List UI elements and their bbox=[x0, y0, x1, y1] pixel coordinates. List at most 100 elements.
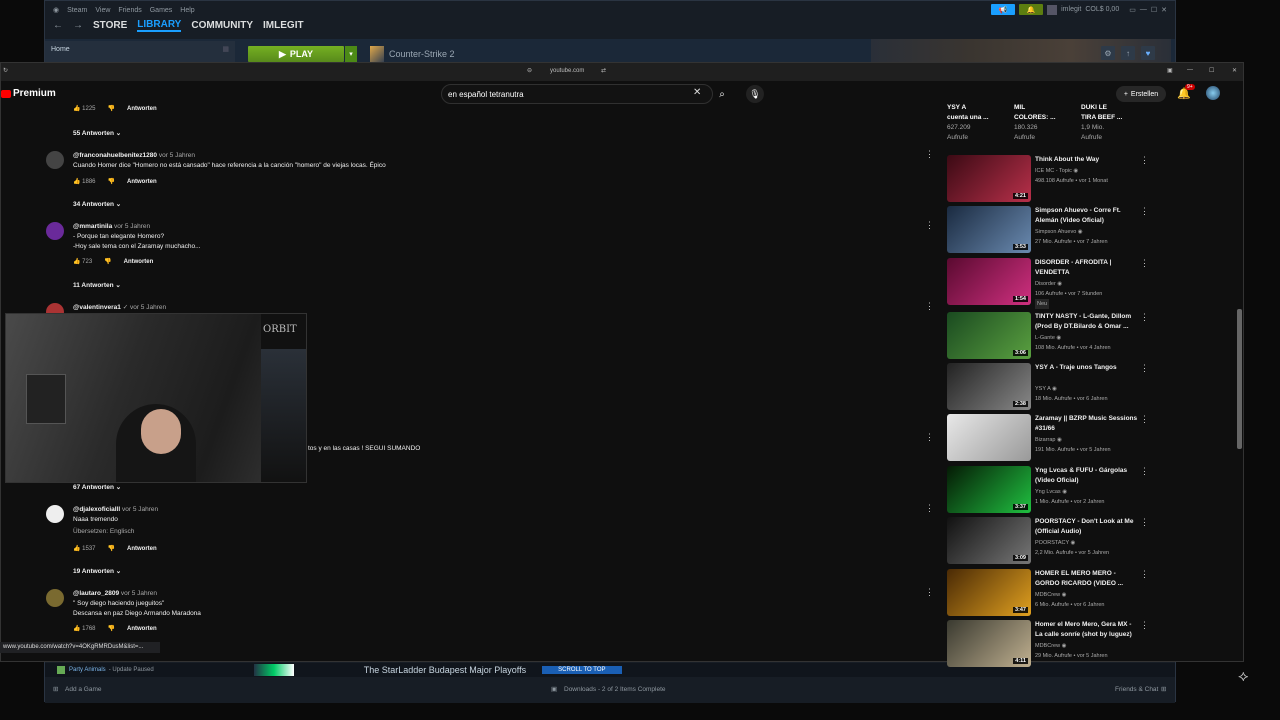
video-channel[interactable]: L-Gante ◉ bbox=[1035, 333, 1061, 343]
video-title[interactable]: Yng Lvcas & FUFU - Gárgolas (Video Ofici… bbox=[1035, 466, 1140, 486]
related-video[interactable]: 3:53 Simpson Ahuevo - Corre Ft. Alemán (V… bbox=[947, 206, 1157, 254]
replies-toggle[interactable]: 55 Antworten ⌄ bbox=[73, 129, 121, 137]
menu-friends[interactable]: Friends bbox=[118, 7, 141, 14]
play-dropdown[interactable]: ▾ bbox=[345, 46, 357, 62]
nav-community[interactable]: COMMUNITY bbox=[191, 20, 253, 31]
dislike-icon[interactable]: 👎 bbox=[104, 258, 111, 265]
steam-avatar[interactable] bbox=[1047, 4, 1058, 15]
related-video[interactable]: 4:11 Homer el Mero Mero, Gera MX - La cal… bbox=[947, 620, 1157, 668]
video-thumbnail[interactable]: 3:53 bbox=[947, 206, 1031, 253]
youtube-logo[interactable]: Premium bbox=[1, 88, 56, 99]
related-video[interactable]: 2:38 YSY A - Traje unos Tangos YSY A ◉ 18 M… bbox=[947, 363, 1157, 411]
video-channel[interactable]: Disorder ◉ bbox=[1035, 279, 1062, 289]
dislike-icon[interactable]: 👎 bbox=[108, 105, 115, 112]
downloads-status[interactable]: Downloads - 2 of 2 Items Complete bbox=[564, 686, 666, 693]
window-display-icon[interactable]: ▭ bbox=[1129, 6, 1136, 14]
menu-help[interactable]: Help bbox=[180, 7, 194, 14]
window-minimize-icon[interactable]: — bbox=[1140, 6, 1147, 13]
replies-toggle[interactable]: 67 Antworten ⌄ bbox=[73, 483, 121, 491]
more-icon[interactable]: ⋮ bbox=[1140, 155, 1149, 166]
browser-close-icon[interactable]: ✕ bbox=[1232, 67, 1237, 74]
video-channel[interactable]: ICE MC - Topic ◉ bbox=[1035, 166, 1078, 176]
avatar[interactable] bbox=[46, 222, 64, 240]
replies-toggle[interactable]: 34 Antworten ⌄ bbox=[73, 200, 121, 208]
more-icon[interactable]: ⋮ bbox=[1140, 569, 1149, 580]
video-channel[interactable]: MDBCrew ◉ bbox=[1035, 641, 1066, 651]
nav-store[interactable]: STORE bbox=[93, 20, 127, 31]
video-title[interactable]: Zaramay || BZRP Music Sessions #31/66 bbox=[1035, 414, 1140, 434]
video-title[interactable]: Think About the Way bbox=[1035, 155, 1140, 165]
window-close-icon[interactable]: ✕ bbox=[1161, 6, 1167, 14]
comment-author[interactable]: @lautaro_2809 bbox=[73, 590, 119, 597]
friends-chat-icon[interactable]: ⊞ bbox=[1161, 685, 1166, 693]
video-channel[interactable]: POORSTACY ◉ bbox=[1035, 538, 1075, 548]
dislike-icon[interactable]: 👎 bbox=[108, 545, 115, 552]
comment-author[interactable]: @franconahuelbenitez1280 bbox=[73, 152, 157, 159]
related-video[interactable]: 3:37 Yng Lvcas & FUFU - Gárgolas (Video O… bbox=[947, 466, 1157, 514]
pip-icon[interactable]: ▣ bbox=[1167, 67, 1173, 74]
reply-button[interactable]: Antworten bbox=[127, 546, 157, 552]
scroll-to-top-button[interactable]: SCROLL TO TOP bbox=[542, 666, 622, 674]
browser-maximize-icon[interactable]: ☐ bbox=[1209, 67, 1214, 74]
window-maximize-icon[interactable]: ☐ bbox=[1151, 6, 1157, 14]
like-icon[interactable]: 👍 1537 bbox=[73, 545, 96, 552]
more-icon[interactable]: ⋮ bbox=[1140, 206, 1149, 217]
video-title[interactable]: Simpson Ahuevo - Corre Ft. Alemán (Video… bbox=[1035, 206, 1140, 226]
like-icon[interactable]: 👍 1768 bbox=[73, 625, 96, 632]
menu-steam[interactable]: Steam bbox=[67, 7, 87, 14]
mic-icon[interactable]: 🎙 bbox=[746, 85, 764, 103]
news-title[interactable]: The StarLadder Budapest Major Playoffs bbox=[364, 665, 526, 675]
library-home[interactable]: Home ▦ bbox=[45, 41, 235, 63]
more-icon[interactable]: ⋮ bbox=[925, 503, 934, 514]
video-thumbnail[interactable]: 3:47 bbox=[947, 569, 1031, 616]
account-avatar[interactable] bbox=[1206, 86, 1220, 100]
more-icon[interactable]: ⋮ bbox=[925, 220, 934, 231]
announce-icon[interactable]: 📢 bbox=[991, 4, 1016, 15]
menu-view[interactable]: View bbox=[95, 7, 110, 14]
steam-username[interactable]: imlegit bbox=[1061, 6, 1081, 13]
reply-button[interactable]: Antworten bbox=[127, 626, 157, 632]
avatar[interactable] bbox=[46, 151, 64, 169]
reply-button[interactable]: Antworten bbox=[127, 106, 157, 112]
like-icon[interactable]: 👍 1225 bbox=[73, 105, 96, 112]
dislike-icon[interactable]: 👎 bbox=[108, 625, 115, 632]
more-icon[interactable]: ⋮ bbox=[925, 301, 934, 312]
like-icon[interactable]: 👍 723 bbox=[73, 258, 92, 265]
news-thumbnail[interactable] bbox=[253, 664, 294, 676]
dislike-icon[interactable]: 👎 bbox=[108, 178, 115, 185]
related-video[interactable]: Zaramay || BZRP Music Sessions #31/66 Biz… bbox=[947, 414, 1157, 462]
comment-author[interactable]: @mmartinila bbox=[73, 223, 112, 230]
reload-icon[interactable]: ↻ bbox=[3, 67, 8, 74]
scrollbar[interactable] bbox=[1237, 309, 1242, 449]
url-text[interactable]: youtube.com bbox=[550, 68, 584, 74]
upload-arrow-icon[interactable]: ↑ bbox=[1121, 46, 1135, 60]
video-thumbnail[interactable]: 3:09 bbox=[947, 517, 1031, 564]
video-thumbnail[interactable]: 3:06 bbox=[947, 312, 1031, 359]
avatar[interactable] bbox=[46, 505, 64, 523]
favorite-heart-icon[interactable]: ♥ bbox=[1141, 46, 1155, 60]
related-video[interactable]: 1:54 DISORDER - AFRODITA | VENDETTA Disord… bbox=[947, 258, 1157, 309]
create-button[interactable]: + Erstellen bbox=[1116, 86, 1166, 102]
notification-icon[interactable]: 🔔 bbox=[1019, 4, 1044, 15]
comment-author[interactable]: @valentinvera1 bbox=[73, 304, 121, 311]
video-title[interactable]: HOMER EL MERO MERO - GORDO RICARDO (VIDE… bbox=[1035, 569, 1140, 589]
more-icon[interactable]: ⋮ bbox=[1140, 414, 1149, 425]
forward-arrow-icon[interactable]: → bbox=[73, 20, 83, 31]
grid-icon[interactable]: ▦ bbox=[222, 45, 229, 53]
nav-profile[interactable]: IMLEGIT bbox=[263, 20, 304, 31]
video-channel[interactable]: MDBCrew ◉ bbox=[1035, 590, 1066, 600]
menu-games[interactable]: Games bbox=[150, 7, 173, 14]
more-icon[interactable]: ⋮ bbox=[925, 432, 934, 443]
update-item[interactable]: Party Animals bbox=[69, 667, 106, 673]
reply-button[interactable]: Antworten bbox=[127, 179, 157, 185]
related-video[interactable]: 4:21 Think About the Way ICE MC - Topic ◉ 4… bbox=[947, 155, 1157, 203]
more-icon[interactable]: ⋮ bbox=[925, 149, 934, 160]
video-thumbnail[interactable]: 1:54 bbox=[947, 258, 1031, 305]
video-channel[interactable]: YSY A ◉ bbox=[1035, 384, 1057, 394]
settings-gear-icon[interactable]: ⚙ bbox=[1101, 46, 1115, 60]
video-channel[interactable]: Bizarrap ◉ bbox=[1035, 435, 1062, 445]
more-icon[interactable]: ⋮ bbox=[1140, 620, 1149, 631]
video-title[interactable]: POORSTACY - Don't Look at Me (Official A… bbox=[1035, 517, 1140, 537]
video-title[interactable]: DISORDER - AFRODITA | VENDETTA bbox=[1035, 258, 1140, 278]
more-icon[interactable]: ⋮ bbox=[1140, 517, 1149, 528]
